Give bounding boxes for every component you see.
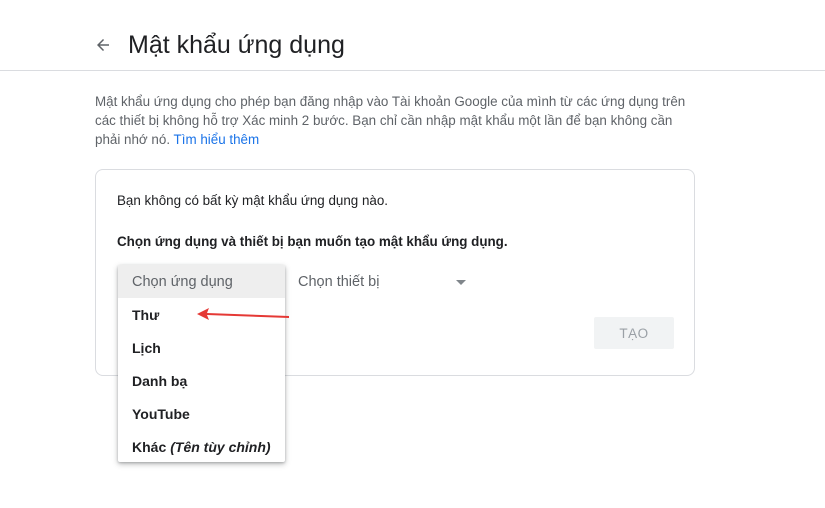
page-title: Mật khẩu ứng dụng	[128, 31, 345, 59]
app-option-other[interactable]: Khác (Tên tùy chỉnh)	[118, 430, 285, 463]
app-option-label: Lịch	[132, 339, 161, 356]
caret-down-icon	[456, 279, 466, 285]
arrow-left-icon	[97, 39, 109, 51]
instruction-text: Chọn ứng dụng và thiết bị bạn muốn tạo m…	[117, 234, 508, 249]
app-select-placeholder[interactable]: Chọn ứng dụng	[118, 265, 285, 298]
create-button[interactable]: TẠO	[594, 317, 674, 349]
device-select[interactable]: Chọn thiết bị	[298, 270, 470, 294]
app-select-dropdown[interactable]: Chọn ứng dụng Thư Lịch Danh bạ YouTube K…	[118, 265, 285, 462]
no-passwords-message: Bạn không có bất kỳ mật khẩu ứng dụng nà…	[117, 193, 389, 208]
page-header: Mật khẩu ứng dụng	[0, 0, 825, 71]
app-option-label: YouTube	[132, 405, 190, 422]
device-select-placeholder: Chọn thiết bị	[298, 274, 380, 290]
app-option-label: Thư	[132, 306, 160, 323]
annotation-arrow-icon	[197, 308, 289, 320]
app-option-calendar[interactable]: Lịch	[118, 331, 285, 364]
app-option-youtube[interactable]: YouTube	[118, 397, 285, 430]
app-option-hint: (Tên tùy chỉnh)	[170, 438, 271, 455]
app-option-label: Khác	[132, 438, 167, 455]
app-passwords-page: Mật khẩu ứng dụng Mật khẩu ứng dụng cho …	[0, 0, 825, 508]
description: Mật khẩu ứng dụng cho phép bạn đăng nhập…	[95, 92, 695, 149]
back-button[interactable]	[88, 30, 118, 60]
app-option-contacts[interactable]: Danh bạ	[118, 364, 285, 397]
app-option-label: Danh bạ	[132, 372, 188, 389]
learn-more-link[interactable]: Tìm hiểu thêm	[174, 132, 260, 147]
